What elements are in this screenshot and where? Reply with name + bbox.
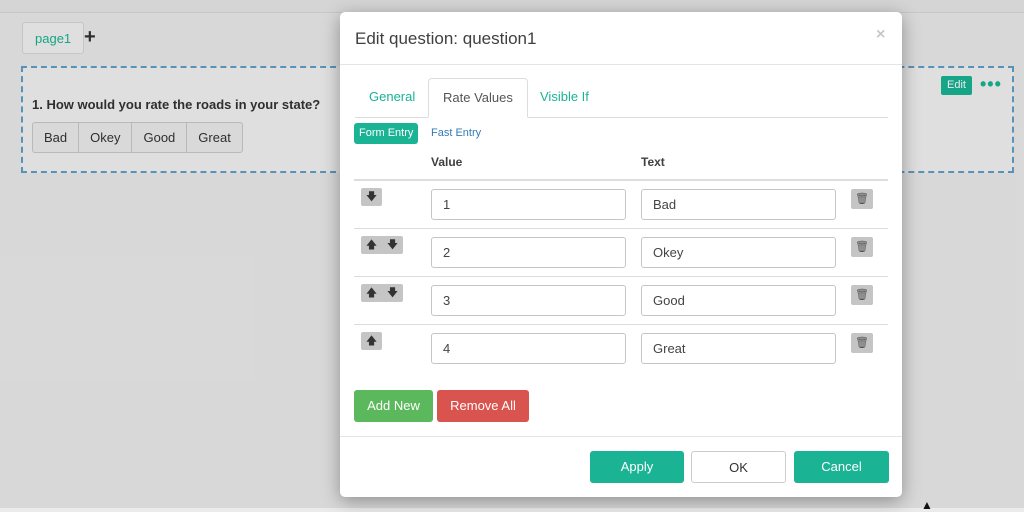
tab-general[interactable]: General: [355, 78, 429, 117]
arrow-down-icon[interactable]: 🡇: [361, 188, 382, 206]
remove-all-button[interactable]: Remove All: [437, 390, 529, 422]
form-entry-toggle[interactable]: Form Entry: [354, 123, 419, 144]
arrow-down-icon[interactable]: 🡇: [382, 236, 403, 254]
text-input[interactable]: Bad: [641, 189, 836, 220]
value-input[interactable]: 4: [431, 333, 626, 364]
reorder-controls: 🡇: [361, 188, 382, 206]
reorder-controls: 🡅 🡇: [361, 236, 403, 254]
arrow-up-icon[interactable]: 🡅: [361, 332, 382, 350]
text-input[interactable]: Okey: [641, 237, 836, 268]
tab-visible-if[interactable]: Visible If: [526, 78, 603, 117]
value-input[interactable]: 1: [431, 189, 626, 220]
reorder-controls: 🡅 🡇: [361, 284, 403, 302]
cancel-button[interactable]: Cancel: [794, 451, 889, 483]
value-input[interactable]: 2: [431, 237, 626, 268]
tab-rate-values[interactable]: Rate Values: [428, 78, 528, 118]
fast-entry-toggle[interactable]: Fast Entry: [431, 123, 481, 144]
table-row: 🡅 🡇 3 Good 🗑: [354, 276, 888, 325]
trash-icon[interactable]: 🗑: [851, 237, 873, 257]
mouse-pointer-icon: ▲: [921, 498, 933, 512]
arrow-up-icon[interactable]: 🡅: [361, 284, 382, 302]
value-input[interactable]: 3: [431, 285, 626, 316]
trash-icon[interactable]: 🗑: [851, 285, 873, 305]
text-column-header: Text: [641, 155, 665, 169]
edit-question-dialog: Edit question: question1 × General Rate …: [340, 12, 902, 497]
trash-icon[interactable]: 🗑: [851, 189, 873, 209]
modal-title: Edit question: question1: [355, 29, 537, 48]
footer-divider: [340, 436, 902, 437]
trash-icon[interactable]: 🗑: [851, 333, 873, 353]
modal-header: Edit question: question1 ×: [340, 12, 902, 65]
value-column-header: Value: [431, 155, 463, 169]
ok-button[interactable]: OK: [691, 451, 786, 483]
tab-bar: General Rate Values Visible If: [355, 78, 888, 118]
arrow-down-icon[interactable]: 🡇: [382, 284, 403, 302]
text-input[interactable]: Good: [641, 285, 836, 316]
text-input[interactable]: Great: [641, 333, 836, 364]
arrow-up-icon[interactable]: 🡅: [361, 236, 382, 254]
add-new-button[interactable]: Add New: [354, 390, 433, 422]
reorder-controls: 🡅: [361, 332, 382, 350]
close-icon[interactable]: ×: [876, 26, 885, 44]
table-row: 🡅 4 Great 🗑: [354, 324, 888, 373]
table-row: 🡇 1 Bad 🗑: [354, 181, 888, 229]
table-row: 🡅 🡇 2 Okey 🗑: [354, 228, 888, 277]
apply-button[interactable]: Apply: [590, 451, 684, 483]
